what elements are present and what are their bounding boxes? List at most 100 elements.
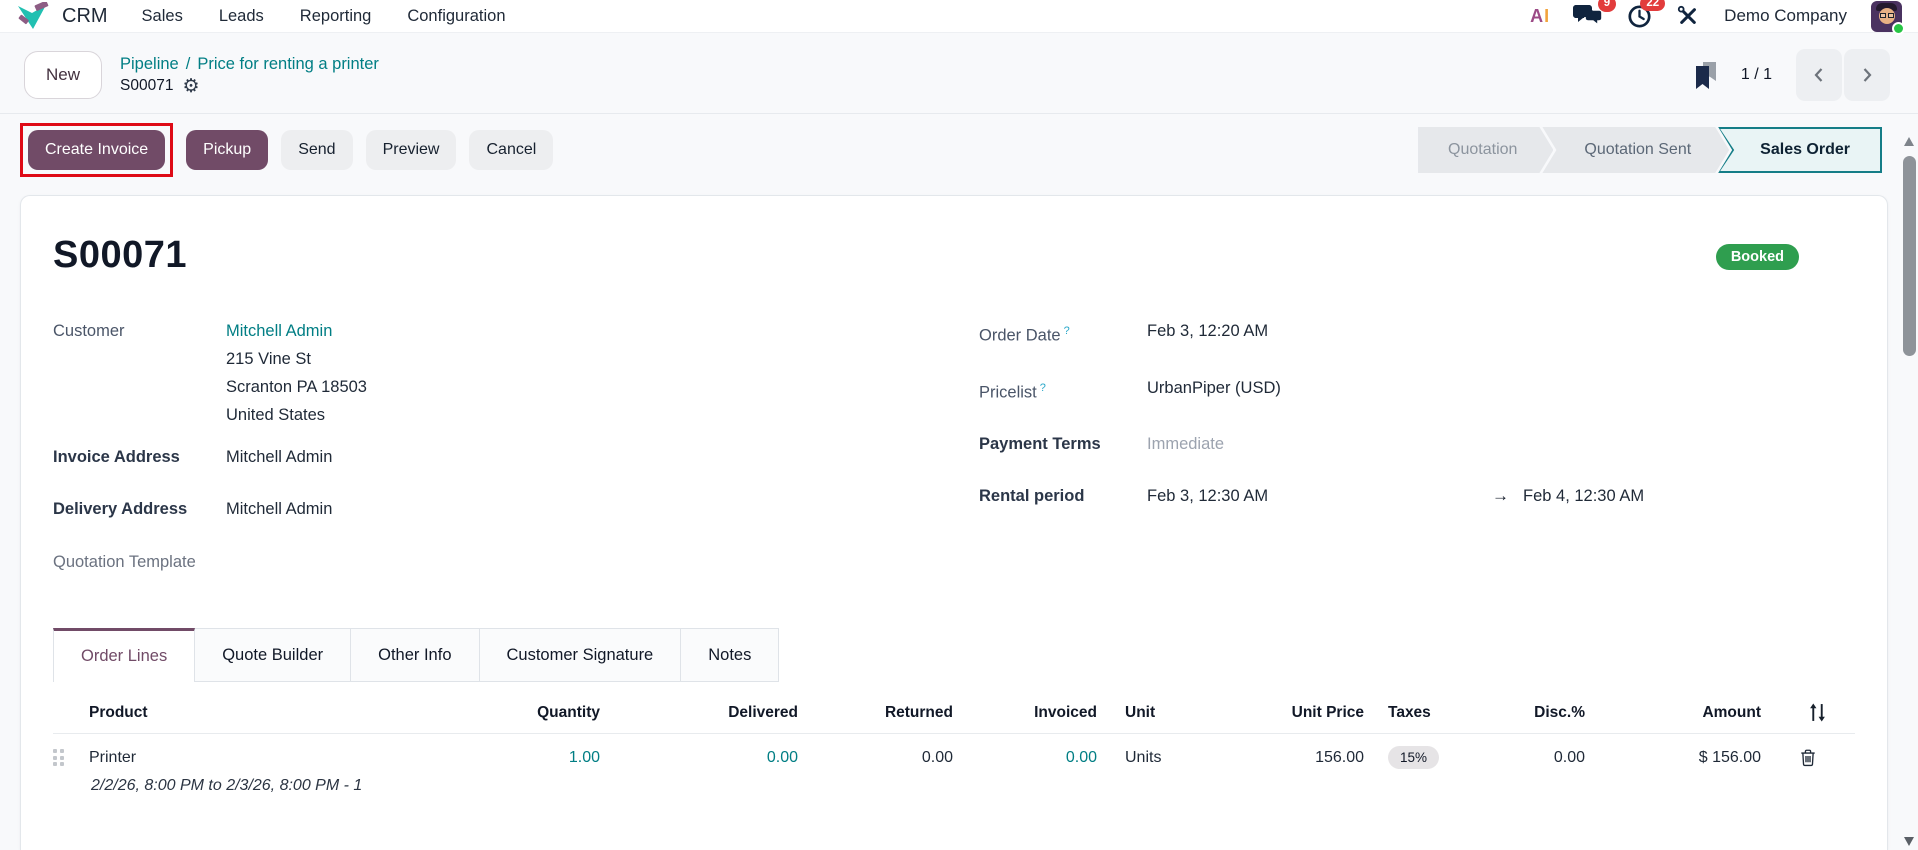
rental-end-date[interactable]: Feb 4, 12:30 AM (1523, 482, 1644, 510)
red-highlight-annotation: Create Invoice (20, 123, 174, 177)
avatar-glasses (1888, 12, 1894, 18)
top-navbar: CRM Sales Leads Reporting Configuration … (0, 0, 1918, 35)
delivery-address-label: Delivery Address (53, 500, 188, 518)
messages-badge: 9 (1597, 0, 1617, 12)
ai-icon[interactable]: AI (1530, 6, 1549, 27)
main-menu: Sales Leads Reporting Configuration (142, 7, 506, 26)
pricelist-value[interactable]: UrbanPiper (USD) (1147, 374, 1281, 407)
menu-configuration[interactable]: Configuration (407, 7, 505, 26)
table-header: Product Quantity Delivered Returned Invo… (53, 692, 1855, 734)
tab-order-lines[interactable]: Order Lines (53, 628, 196, 682)
debug-tools-icon[interactable] (1676, 4, 1700, 28)
stage-quotation-sent[interactable]: Quotation Sent (1542, 127, 1729, 173)
adjust-columns-icon[interactable] (1761, 703, 1855, 722)
cell-disc[interactable]: 0.00 (1494, 749, 1585, 767)
activities-badge: 22 (1640, 0, 1666, 11)
help-icon: ? (1063, 325, 1070, 337)
online-status-dot (1892, 21, 1905, 35)
cell-invoiced[interactable]: 0.00 (953, 749, 1097, 767)
order-title[interactable]: S00071 (53, 234, 187, 277)
stage-sales-order[interactable]: Sales Order (1718, 127, 1882, 173)
breadcrumb-separator: / (185, 54, 191, 73)
order-date-label: Order Date? (979, 325, 1070, 345)
drag-handle-icon[interactable] (53, 749, 65, 766)
action-buttons: Create Invoice Pickup Send Preview Cance… (20, 123, 554, 177)
tab-other-info[interactable]: Other Info (351, 628, 480, 682)
scroll-up-arrow[interactable] (1904, 137, 1914, 146)
app-switcher[interactable]: CRM (16, 2, 108, 30)
customer-label: Customer (53, 322, 125, 340)
pager-previous-button[interactable] (1796, 49, 1842, 101)
col-quantity: Quantity (537, 703, 600, 721)
rental-period-value: Feb 3, 12:30 AM → Feb 4, 12:30 AM (1147, 482, 1644, 510)
scrollbar-thumb[interactable] (1903, 156, 1916, 356)
company-switcher[interactable]: Demo Company (1724, 6, 1847, 26)
cell-unit[interactable]: Units (1097, 749, 1207, 767)
quotation-template-label: Quotation Template (53, 553, 196, 571)
tab-quote-builder[interactable]: Quote Builder (195, 628, 352, 682)
arrow-right-icon: → (1492, 486, 1509, 505)
cell-amount: $ 156.00 (1698, 748, 1761, 766)
topbar-right: AI 9 22 Demo Company (1530, 0, 1905, 35)
rental-period-label: Rental period (979, 487, 1085, 505)
new-button[interactable]: New (24, 51, 103, 99)
menu-sales[interactable]: Sales (142, 7, 183, 26)
breadcrumb-current: S00071 ⚙ (120, 77, 379, 96)
cell-quantity[interactable]: 1.00 (460, 749, 600, 767)
statusbar: Quotation Quotation Sent Sales Order (1418, 127, 1882, 173)
tax-tag[interactable]: 15% (1388, 745, 1440, 769)
tab-customer-signature[interactable]: Customer Signature (479, 628, 682, 682)
order-lines-table: Product Quantity Delivered Returned Invo… (53, 692, 1855, 811)
delete-row-icon[interactable] (1799, 748, 1817, 767)
invoice-address-value[interactable]: Mitchell Admin (226, 443, 332, 471)
breadcrumb-controls: 1 / 1 (1694, 49, 1890, 101)
cell-taxes: 15% (1364, 745, 1494, 769)
messages-icon[interactable]: 9 (1573, 0, 1617, 28)
cell-returned[interactable]: 0.00 (798, 749, 953, 767)
vertical-scrollbar (1903, 132, 1916, 850)
tab-notes[interactable]: Notes (681, 628, 780, 682)
col-amount: Amount (1702, 703, 1761, 721)
user-avatar[interactable] (1871, 0, 1905, 35)
col-delivered: Delivered (728, 703, 798, 721)
col-returned: Returned (884, 703, 953, 721)
activities-icon[interactable]: 22 (1627, 0, 1666, 29)
breadcrumb-link-pipeline[interactable]: Pipeline (120, 55, 179, 73)
pickup-button[interactable]: Pickup (186, 130, 269, 170)
crm-app-icon (18, 2, 49, 29)
table-row: Printer 1.00 0.00 0.00 0.00 Units 156.00… (53, 734, 1855, 811)
cell-delivered[interactable]: 0.00 (600, 749, 798, 767)
customer-link[interactable]: Mitchell Admin (226, 317, 332, 345)
payment-terms-placeholder[interactable]: Immediate (1147, 430, 1224, 458)
menu-leads[interactable]: Leads (219, 7, 264, 26)
form-sheet: S00071 Booked Customer Mitchell Admin 21… (20, 195, 1888, 850)
menu-reporting[interactable]: Reporting (300, 7, 372, 26)
rental-start-date[interactable]: Feb 3, 12:30 AM (1147, 482, 1492, 510)
delivery-address-value[interactable]: Mitchell Admin (226, 495, 332, 523)
stage-quotation[interactable]: Quotation (1418, 127, 1553, 173)
gear-icon[interactable]: ⚙ (182, 77, 199, 96)
breadcrumb: Pipeline / Price for renting a printer S00… (120, 55, 379, 96)
preview-button[interactable]: Preview (365, 130, 457, 170)
bookmark-icon[interactable] (1694, 61, 1717, 89)
customer-address-line: United States (226, 406, 326, 424)
breadcrumb-link-opportunity[interactable]: Price for renting a printer (197, 55, 379, 73)
order-date-value[interactable]: Feb 3, 12:20 AM (1147, 317, 1268, 350)
scroll-down-arrow[interactable] (1904, 837, 1914, 846)
cancel-button[interactable]: Cancel (469, 130, 554, 170)
tools-icon (1678, 5, 1697, 24)
avatar-glasses (1880, 12, 1886, 18)
cell-unit-price[interactable]: 156.00 (1207, 749, 1364, 767)
create-invoice-button[interactable]: Create Invoice (28, 130, 166, 170)
breadcrumb-path: Pipeline / Price for renting a printer (120, 55, 379, 74)
record-pager (1796, 49, 1890, 101)
chevron-right-icon (1863, 68, 1872, 82)
send-button[interactable]: Send (281, 130, 353, 170)
pager-next-button[interactable] (1844, 49, 1890, 101)
title-row: S00071 Booked (53, 234, 1855, 277)
cell-product[interactable]: Printer (89, 749, 460, 767)
app-name[interactable]: CRM (62, 5, 108, 28)
rental-line-note: 2/2/26, 8:00 PM to 2/3/26, 8:00 PM - 1 (91, 777, 363, 794)
invoice-address-label: Invoice Address (53, 448, 180, 466)
chevron-left-icon (1814, 68, 1823, 82)
